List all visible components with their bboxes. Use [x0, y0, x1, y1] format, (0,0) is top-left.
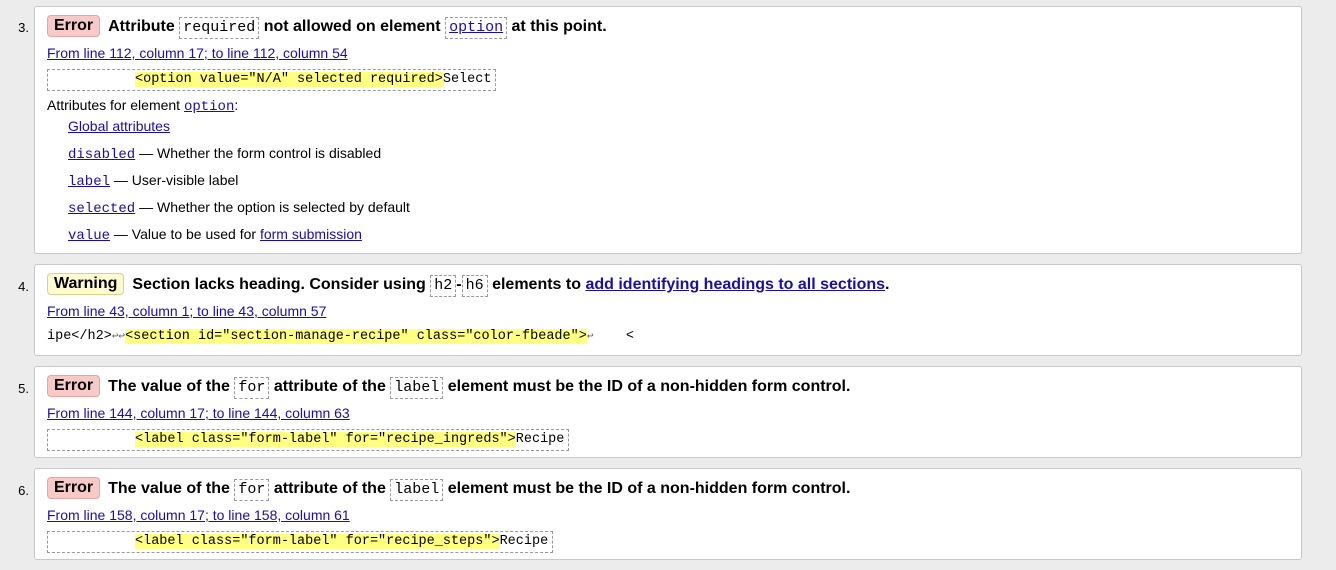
code-label: label — [390, 479, 444, 501]
error-badge: Error — [47, 375, 101, 397]
message-number: 4. — [18, 279, 29, 294]
label-attribute-link[interactable]: label — [68, 174, 110, 190]
attribute-global: Global attributes — [68, 118, 170, 134]
option-element-link[interactable]: option — [449, 19, 503, 36]
code-extract: ipe</h2>↩↩<section id="section-manage-re… — [47, 327, 638, 347]
location-link[interactable]: From line 158, column 17; to line 158, c… — [47, 507, 350, 523]
extract-trailing: Recipe — [515, 432, 565, 447]
location-link[interactable]: From line 144, column 17; to line 144, c… — [47, 405, 350, 421]
code-required: required — [179, 17, 260, 39]
disabled-attribute-link[interactable]: disabled — [68, 147, 135, 163]
extract-trailing: < — [593, 329, 634, 344]
code-option: option — [445, 17, 508, 39]
code-label: label — [390, 377, 444, 399]
attribute-value: value — Value to be used for form submis… — [68, 226, 362, 244]
location-link[interactable]: From line 43, column 1; to line 43, colu… — [47, 303, 326, 319]
attributes-heading: Attributes for element option: — [47, 97, 239, 115]
message-item-5: 5. Error The value of the for attribute o… — [18, 366, 1302, 458]
message-number: 6. — [18, 483, 29, 498]
code-h6: h6 — [461, 275, 488, 297]
extract-trailing: Recipe — [499, 534, 549, 549]
identifying-headings-link[interactable]: add identifying headings to all sections — [585, 276, 885, 293]
extract-highlight: <option value="N/A" selected required> — [135, 72, 443, 87]
extract-highlight: <label class="form-label" for="recipe_st… — [135, 534, 500, 549]
extract-highlight: <label class="form-label" for="recipe_in… — [135, 432, 516, 447]
extract-trailing: Select — [442, 72, 492, 87]
code-extract: <label class="form-label" for="recipe_in… — [47, 429, 570, 451]
error-badge: Error — [47, 477, 101, 499]
code-h2: h2 — [430, 275, 457, 297]
code-for: for — [234, 479, 270, 501]
value-attribute-link[interactable]: value — [68, 228, 110, 244]
validation-messages-list: 3. Error Attribute required not allowed o… — [0, 0, 1336, 570]
message-headline: Error The value of the for attribute of t… — [47, 477, 850, 501]
attribute-selected: selected — Whether the option is selecte… — [68, 199, 410, 217]
message-item-6: 6. Error The value of the for attribute o… — [18, 468, 1302, 560]
code-extract: <label class="form-label" for="recipe_st… — [47, 531, 554, 553]
form-submission-link[interactable]: form submission — [260, 226, 362, 242]
message-number: 3. — [18, 20, 29, 35]
message-headline: Error The value of the for attribute of t… — [47, 375, 850, 399]
extract-leading: ipe</h2> — [47, 329, 112, 344]
attributes-element-link[interactable]: option — [184, 99, 234, 115]
message-headline: Error Attribute required not allowed on e… — [47, 15, 607, 39]
attribute-label: label — User-visible label — [68, 172, 239, 190]
message-number: 5. — [18, 381, 29, 396]
message-headline: Warning Section lacks heading. Consider u… — [47, 273, 890, 297]
global-attributes-link[interactable]: Global attributes — [68, 118, 170, 134]
message-item-3: 3. Error Attribute required not allowed o… — [18, 6, 1302, 254]
code-for: for — [234, 377, 270, 399]
error-badge: Error — [47, 15, 101, 37]
extract-highlight: <section id="section-manage-recipe" clas… — [125, 329, 587, 344]
code-extract: <option value="N/A" selected required>Se… — [47, 69, 497, 91]
attribute-disabled: disabled — Whether the form control is d… — [68, 145, 382, 163]
message-item-4: 4. Warning Section lacks heading. Conside… — [18, 264, 1302, 356]
selected-attribute-link[interactable]: selected — [68, 201, 135, 217]
warning-badge: Warning — [47, 273, 125, 295]
line-feed-icon: ↩↩ — [111, 331, 126, 343]
location-link[interactable]: From line 112, column 17; to line 112, c… — [47, 45, 348, 61]
